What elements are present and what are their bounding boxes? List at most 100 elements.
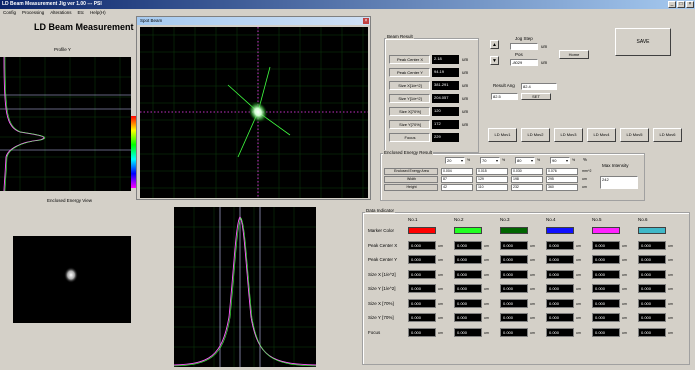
beam-result-row-unit: um xyxy=(462,96,469,101)
save-button[interactable]: SAVE xyxy=(615,28,671,56)
window-title-bar: LD Beam Measurement Jig ver 1.00 --- PSI xyxy=(0,0,695,9)
data-indicator-value: 0.000 xyxy=(638,269,666,279)
data-indicator-unit: um xyxy=(576,272,581,277)
maximize-button[interactable]: □ xyxy=(677,1,685,8)
data-indicator-unit: um xyxy=(576,316,581,320)
data-indicator-value: 0.000 xyxy=(638,255,666,264)
enclosed-energy-view-label: Enclosed Energy View xyxy=(47,198,92,203)
data-indicator-unit: um xyxy=(438,287,443,291)
menu-alterations[interactable]: Alterations xyxy=(47,9,74,16)
profile-y-label: Profile Y xyxy=(54,47,71,52)
data-indicator-value: 0.000 xyxy=(638,240,666,250)
jog-step-unit: um xyxy=(541,44,548,49)
data-indicator-value: 0.000 xyxy=(546,327,574,337)
ld-mov-3-button[interactable]: LD Mov3 xyxy=(554,128,583,142)
pos-input[interactable]: -8029 xyxy=(510,59,538,66)
result-ang-input[interactable]: 82.4 xyxy=(521,83,557,90)
spot-beam-titlebar: Spot Beam × xyxy=(137,17,370,25)
result-ang-label: Result Ang xyxy=(493,83,515,88)
spot-beam-svg xyxy=(140,27,368,198)
chevron-down-icon: ▾ xyxy=(495,158,498,163)
marker-color-swatch xyxy=(638,227,666,234)
data-indicator-value: 0.000 xyxy=(546,240,574,250)
data-indicator-unit: um xyxy=(530,301,535,306)
beam-result-row-label: Peak Center X xyxy=(389,55,430,64)
data-indicator-row-label: Size Y [70%] xyxy=(368,315,394,320)
data-indicator-title: Data Indicator xyxy=(365,208,396,213)
data-indicator-unit: um xyxy=(622,330,627,335)
enclosed-energy-select[interactable]: 90 ▾ xyxy=(550,157,570,164)
menu-etc[interactable]: Etc xyxy=(75,9,88,16)
data-indicator-value: 0.000 xyxy=(638,327,666,337)
ld-mov-1-button[interactable]: LD Mov1 xyxy=(488,128,517,142)
spot-beam-window: Spot Beam × xyxy=(136,16,371,200)
data-indicator-unit: um xyxy=(530,243,535,248)
percent-label: % xyxy=(502,158,506,162)
data-indicator-value: 0.000 xyxy=(592,269,620,279)
spot-beam-title: Spot Beam xyxy=(140,18,163,23)
data-indicator-value: 0.000 xyxy=(500,313,528,322)
enclosed-energy-select[interactable]: 70 ▾ xyxy=(480,157,500,164)
profile-y-svg xyxy=(0,56,131,192)
enclosed-energy-cell: 295 xyxy=(546,176,578,183)
menu-bar: Config Processing Alterations Etc Help(H) xyxy=(0,9,695,16)
data-indicator-unit: um xyxy=(438,258,443,262)
select-value: 70 xyxy=(482,158,487,163)
select-value: 80 xyxy=(517,158,522,163)
enclosed-energy-cell: 42 xyxy=(441,184,473,191)
beam-result-row-value: 204.057 xyxy=(432,94,459,103)
enclosed-energy-title: Enclosed Energy Result xyxy=(383,150,434,155)
enclosed-energy-select[interactable]: 80 ▾ xyxy=(515,157,535,164)
enclosed-energy-unit: um xyxy=(582,185,587,189)
data-indicator-unit: um xyxy=(668,316,673,320)
beam-result-row-value: 2.18 xyxy=(432,55,459,64)
jog-down-button[interactable]: ▼ xyxy=(490,56,499,65)
enclosed-energy-select[interactable]: 20 ▾ xyxy=(445,157,465,164)
result-ang-set-input[interactable]: 82.5 xyxy=(491,93,518,100)
data-indicator-unit: um xyxy=(622,287,627,291)
data-indicator-value: 0.000 xyxy=(454,298,482,308)
enclosed-energy-row-label: Height xyxy=(384,184,438,191)
data-indicator-unit: um xyxy=(576,301,581,306)
minimize-button[interactable]: _ xyxy=(668,1,676,8)
data-indicator-unit: um xyxy=(530,316,535,320)
chevron-down-icon: ▾ xyxy=(565,158,568,163)
jog-step-label: Jog Step xyxy=(515,36,533,41)
menu-help[interactable]: Help(H) xyxy=(87,9,109,16)
beam-result-row-value: 120 xyxy=(432,107,459,116)
data-indicator-value: 0.000 xyxy=(592,313,620,322)
percent-label: % xyxy=(583,157,588,162)
data-indicator-unit: um xyxy=(438,272,443,277)
result-ang-set-button[interactable]: SET xyxy=(521,93,551,100)
menu-processing[interactable]: Processing xyxy=(19,9,47,16)
data-indicator-row-label: Size X [1/e^2] xyxy=(368,271,396,277)
marker-color-swatch xyxy=(454,227,482,234)
home-button[interactable]: Home xyxy=(559,50,589,59)
ld-mov-4-button[interactable]: LD Mov4 xyxy=(587,128,616,142)
data-indicator-value: 0.000 xyxy=(546,313,574,322)
beam-result-row-value: 94.19 xyxy=(432,68,459,77)
enclosed-energy-cell: 0.076 xyxy=(546,168,578,175)
profile-y-plot xyxy=(0,56,131,192)
data-indicator-unit: um xyxy=(438,316,443,320)
ld-mov-5-button[interactable]: LD Mov5 xyxy=(620,128,649,142)
data-indicator-unit: um xyxy=(484,258,489,262)
ld-mov-2-button[interactable]: LD Mov2 xyxy=(521,128,550,142)
data-indicator-value: 0.000 xyxy=(454,240,482,250)
data-indicator-value: 0.000 xyxy=(454,269,482,279)
jog-up-button[interactable]: ▲ xyxy=(490,40,499,49)
ld-mov-6-button[interactable]: LD Mov6 xyxy=(653,128,682,142)
jog-step-input[interactable] xyxy=(510,43,538,50)
percent-label: % xyxy=(537,158,541,162)
menu-config[interactable]: Config xyxy=(0,9,19,16)
enclosed-energy-row-label: Width xyxy=(384,176,438,183)
data-indicator-column-header: No.6 xyxy=(638,217,648,222)
enclosed-energy-cell: 0.015 xyxy=(476,168,508,175)
beam-result-title: Beam Result xyxy=(386,34,414,39)
marker-color-swatch xyxy=(408,227,436,234)
close-button[interactable]: × xyxy=(686,1,694,8)
data-indicator-unit: um xyxy=(438,330,443,335)
data-indicator-value: 0.000 xyxy=(592,240,620,250)
spot-beam-close-icon[interactable]: × xyxy=(363,18,369,24)
data-indicator-column-header: No.5 xyxy=(592,217,602,222)
